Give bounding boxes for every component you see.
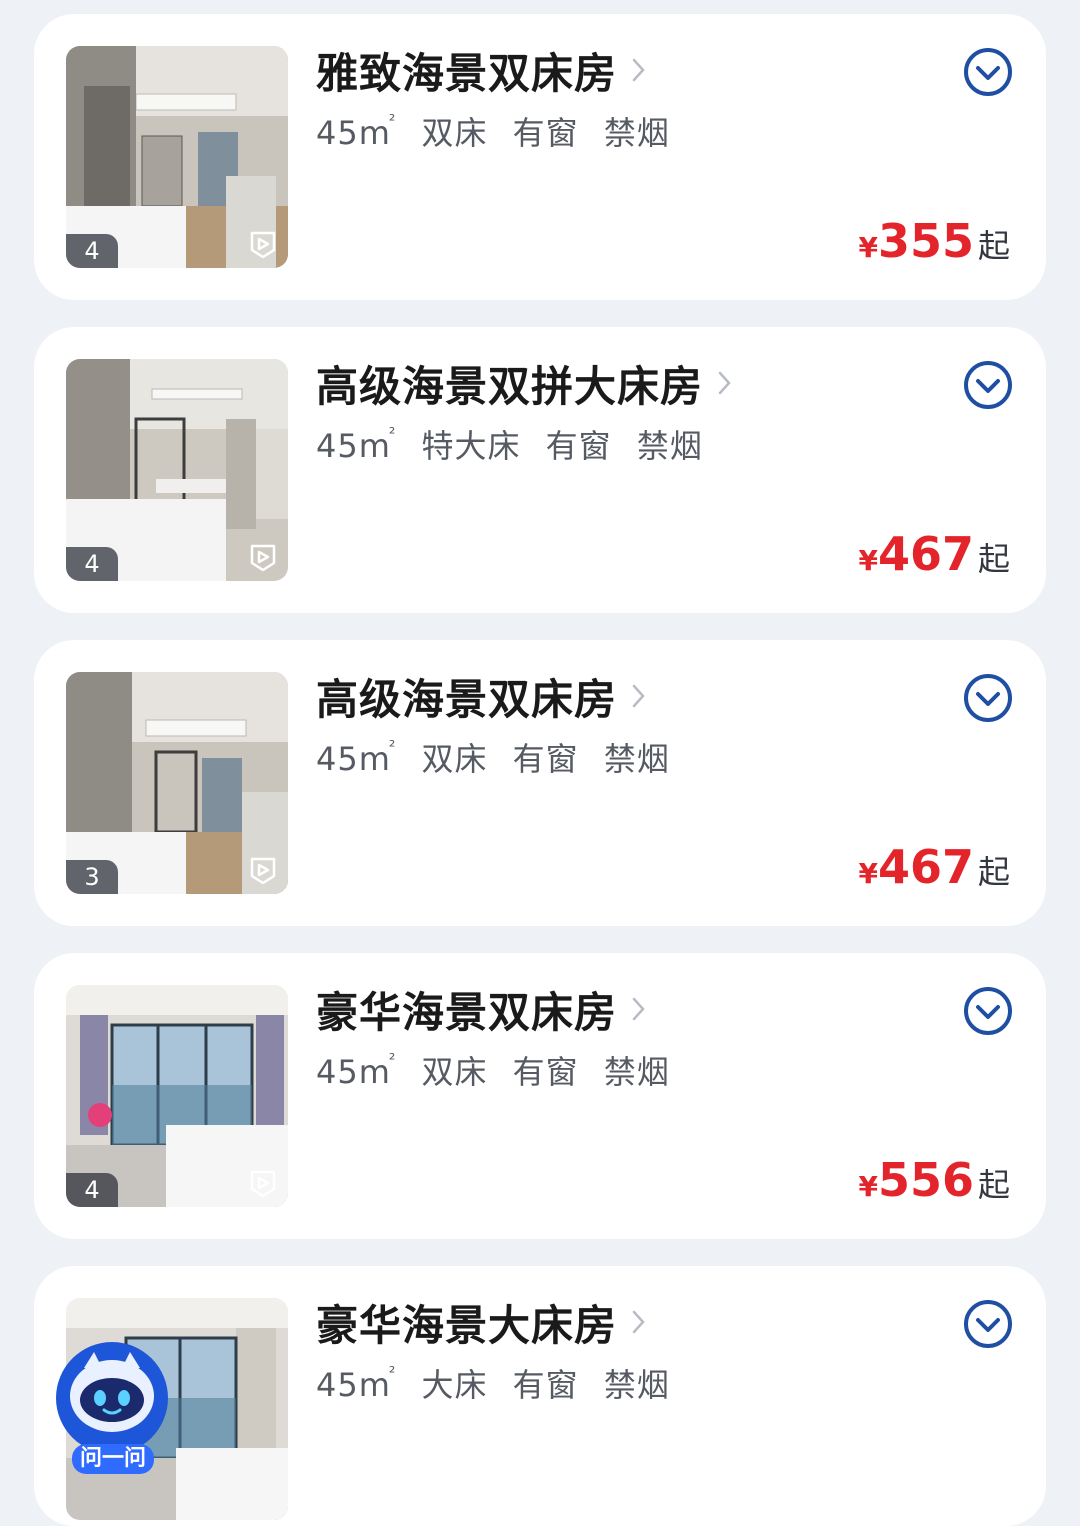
room-price[interactable]: ¥ 355 起 xyxy=(858,214,1010,268)
price-amount: 355 xyxy=(877,214,974,268)
room-title: 豪华海景双床房 xyxy=(316,987,618,1037)
video-play-icon xyxy=(250,544,276,572)
room-smoking: 禁烟 xyxy=(603,114,670,152)
room-specs: 45m² 双床 有窗 禁烟 xyxy=(316,1047,670,1093)
room-specs: 45m² 特大床 有窗 禁烟 xyxy=(316,421,703,467)
room-smoking: 禁烟 xyxy=(603,1366,670,1404)
chevron-down-circle-icon[interactable] xyxy=(962,46,1014,98)
room-card[interactable]: 4 雅致海景双床房 45m² 双床 有窗 禁烟 ¥ 355 起 xyxy=(34,14,1046,300)
room-window: 有窗 xyxy=(512,740,579,778)
chevron-right-icon xyxy=(632,684,645,708)
room-bed-type: 双床 xyxy=(421,740,488,778)
room-price[interactable]: ¥ 556 起 xyxy=(858,1153,1010,1207)
price-currency: ¥ xyxy=(858,1170,878,1203)
room-specs: 45m² 双床 有窗 禁烟 xyxy=(316,734,670,780)
robot-assistant-icon xyxy=(56,1342,168,1454)
room-price[interactable]: ¥ 467 起 xyxy=(858,527,1010,581)
chevron-down-circle-icon[interactable] xyxy=(962,1298,1014,1350)
room-area: 45m² xyxy=(316,1050,397,1091)
photo-count-badge: 4 xyxy=(66,1173,118,1207)
room-title-link[interactable]: 雅致海景双床房 xyxy=(316,40,647,100)
room-window: 有窗 xyxy=(512,1053,579,1091)
room-title-link[interactable]: 豪华海景双床房 xyxy=(316,979,647,1039)
photo-count-badge: 4 xyxy=(66,234,118,268)
room-photo[interactable]: 4 xyxy=(66,359,288,581)
price-suffix: 起 xyxy=(977,540,1010,578)
room-price[interactable]: ¥ 467 起 xyxy=(858,840,1010,894)
room-bed-type: 大床 xyxy=(421,1366,488,1404)
room-smoking: 禁烟 xyxy=(636,427,703,465)
photo-count-badge: 4 xyxy=(66,547,118,581)
room-title-link[interactable]: 高级海景双拼大床房 xyxy=(316,353,733,413)
room-photo[interactable]: 3 xyxy=(66,672,288,894)
room-area: 45m² xyxy=(316,1363,397,1404)
price-amount: 467 xyxy=(877,527,974,581)
chevron-down-circle-icon[interactable] xyxy=(962,359,1014,411)
room-specs: 45m² 双床 有窗 禁烟 xyxy=(316,108,670,154)
room-smoking: 禁烟 xyxy=(603,1053,670,1091)
price-suffix: 起 xyxy=(977,227,1010,265)
room-title: 高级海景双拼大床房 xyxy=(316,361,704,411)
room-card[interactable]: 3 高级海景双床房 45m² 双床 有窗 禁烟 ¥ 467 起 xyxy=(34,640,1046,926)
room-bed-type: 双床 xyxy=(421,114,488,152)
room-window: 有窗 xyxy=(512,114,579,152)
room-area: 45m² xyxy=(316,424,397,465)
price-amount: 556 xyxy=(877,1153,974,1207)
room-card[interactable]: 4 高级海景双拼大床房 45m² 特大床 有窗 禁烟 ¥ 467 起 xyxy=(34,327,1046,613)
price-amount: 467 xyxy=(877,840,974,894)
video-play-icon xyxy=(250,1170,276,1198)
photo-count-badge: 3 xyxy=(66,860,118,894)
video-play-icon xyxy=(250,857,276,885)
room-photo[interactable]: 4 xyxy=(66,985,288,1207)
room-card[interactable]: 豪华海景大床房 45m² 大床 有窗 禁烟 xyxy=(34,1266,1046,1526)
video-play-icon xyxy=(250,231,276,259)
price-suffix: 起 xyxy=(977,853,1010,891)
room-title: 雅致海景双床房 xyxy=(316,48,618,98)
room-area: 45m² xyxy=(316,737,397,778)
price-suffix: 起 xyxy=(977,1166,1010,1204)
chevron-down-circle-icon[interactable] xyxy=(962,985,1014,1037)
room-title-link[interactable]: 高级海景双床房 xyxy=(316,666,647,726)
chevron-right-icon xyxy=(632,1310,645,1334)
price-currency: ¥ xyxy=(858,544,878,577)
room-title-link[interactable]: 豪华海景大床房 xyxy=(316,1292,647,1352)
room-photo[interactable]: 4 xyxy=(66,46,288,268)
room-title: 高级海景双床房 xyxy=(316,674,618,724)
room-card[interactable]: 4 豪华海景双床房 45m² 双床 有窗 禁烟 ¥ 556 起 xyxy=(34,953,1046,1239)
chevron-right-icon xyxy=(632,58,645,82)
price-currency: ¥ xyxy=(858,857,878,890)
price-currency: ¥ xyxy=(858,231,878,264)
room-bed-type: 双床 xyxy=(421,1053,488,1091)
room-bed-type: 特大床 xyxy=(421,427,521,465)
room-area: 45m² xyxy=(316,111,397,152)
room-smoking: 禁烟 xyxy=(603,740,670,778)
room-specs: 45m² 大床 有窗 禁烟 xyxy=(316,1360,670,1406)
chevron-right-icon xyxy=(718,371,731,395)
chevron-right-icon xyxy=(632,997,645,1021)
room-window: 有窗 xyxy=(512,1366,579,1404)
assistant-label: 问一问 xyxy=(72,1444,154,1474)
room-window: 有窗 xyxy=(545,427,612,465)
room-list: 4 雅致海景双床房 45m² 双床 有窗 禁烟 ¥ 355 起 4 高级海景双拼… xyxy=(0,0,1080,1526)
chevron-down-circle-icon[interactable] xyxy=(962,672,1014,724)
assistant-button[interactable]: 问一问 xyxy=(54,1338,170,1474)
room-title: 豪华海景大床房 xyxy=(316,1300,618,1350)
